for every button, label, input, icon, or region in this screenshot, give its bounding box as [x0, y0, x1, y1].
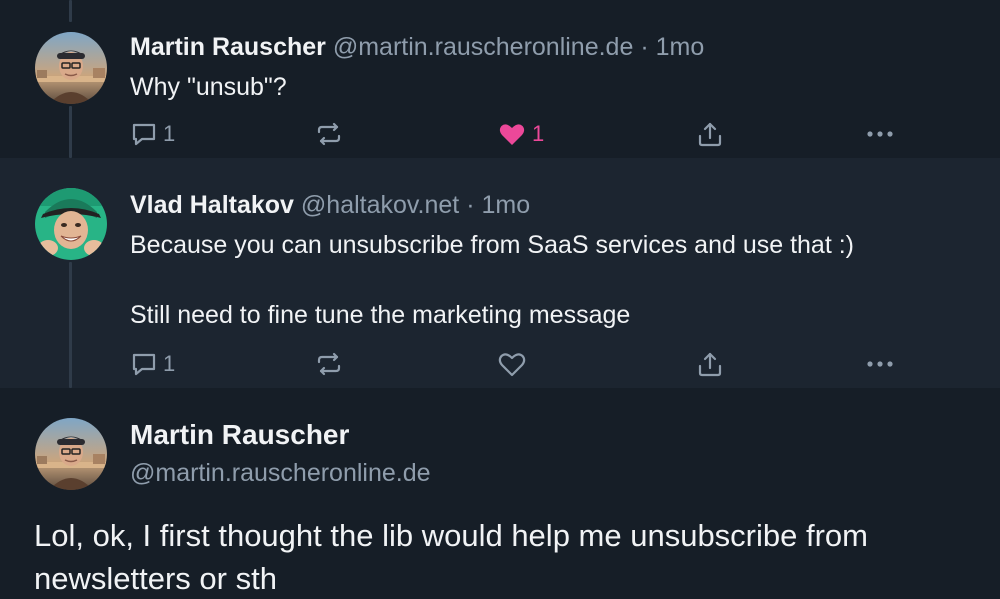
- post-actions: 1: [0, 344, 1000, 384]
- reply-icon: [131, 121, 157, 147]
- avatar[interactable]: [35, 188, 107, 260]
- post-timestamp[interactable]: 1mo: [481, 191, 530, 219]
- post-header: Martin Rauscher @martin.rauscheronline.d…: [130, 32, 704, 62]
- separator-dot: ·: [466, 191, 475, 219]
- post-thread: Martin Rauscher @martin.rauscheronline.d…: [0, 0, 1000, 599]
- share-button[interactable]: [697, 114, 723, 154]
- more-icon: [866, 130, 894, 138]
- post-text: Why "unsub"?: [130, 73, 287, 101]
- share-icon: [697, 120, 723, 148]
- repost-icon: [315, 351, 343, 377]
- repost-button[interactable]: [315, 114, 343, 154]
- main-post: Martin Rauscher @martin.rauscheronline.d…: [0, 388, 1000, 599]
- more-options-button[interactable]: [866, 114, 894, 154]
- post-timestamp[interactable]: 1mo: [656, 33, 705, 61]
- author-name[interactable]: Martin Rauscher: [130, 418, 349, 452]
- post-text: Lol, ok, I first thought the lib would h…: [34, 518, 868, 596]
- reply-button[interactable]: 1: [131, 114, 175, 154]
- reply-button[interactable]: 1: [131, 344, 175, 384]
- author-name[interactable]: Martin Rauscher: [130, 33, 326, 61]
- post-actions: 1 1: [0, 114, 1000, 154]
- author-handle[interactable]: @martin.rauscheronline.de: [130, 458, 431, 488]
- reply-post-1[interactable]: Martin Rauscher @martin.rauscheronline.d…: [0, 0, 1000, 158]
- reply-icon: [131, 351, 157, 377]
- reply-count: 1: [163, 121, 176, 146]
- avatar[interactable]: [35, 418, 107, 490]
- avatar[interactable]: [35, 32, 107, 104]
- share-icon: [697, 350, 723, 378]
- reply-count: 1: [163, 351, 176, 376]
- more-icon: [866, 360, 894, 368]
- thread-connector-line: [69, 0, 72, 22]
- author-name[interactable]: Vlad Haltakov: [130, 191, 294, 219]
- author-handle[interactable]: @haltakov.net: [301, 191, 459, 219]
- post-text-line: Still need to fine tune the marketing me…: [130, 301, 631, 329]
- like-button[interactable]: 1: [498, 114, 544, 154]
- like-button[interactable]: [498, 344, 526, 384]
- post-header: Vlad Haltakov @haltakov.net · 1mo: [130, 190, 530, 220]
- heart-icon: [498, 351, 526, 377]
- separator-dot: ·: [640, 33, 649, 61]
- author-handle[interactable]: @martin.rauscheronline.de: [333, 33, 634, 61]
- repost-icon: [315, 121, 343, 147]
- heart-icon: [498, 121, 526, 147]
- reply-post-2[interactable]: Vlad Haltakov @haltakov.net · 1mo Becaus…: [0, 158, 1000, 388]
- repost-button[interactable]: [315, 344, 343, 384]
- like-count: 1: [532, 121, 545, 146]
- share-button[interactable]: [697, 344, 723, 384]
- more-options-button[interactable]: [866, 344, 894, 384]
- post-text-line: Because you can unsubscribe from SaaS se…: [130, 231, 854, 259]
